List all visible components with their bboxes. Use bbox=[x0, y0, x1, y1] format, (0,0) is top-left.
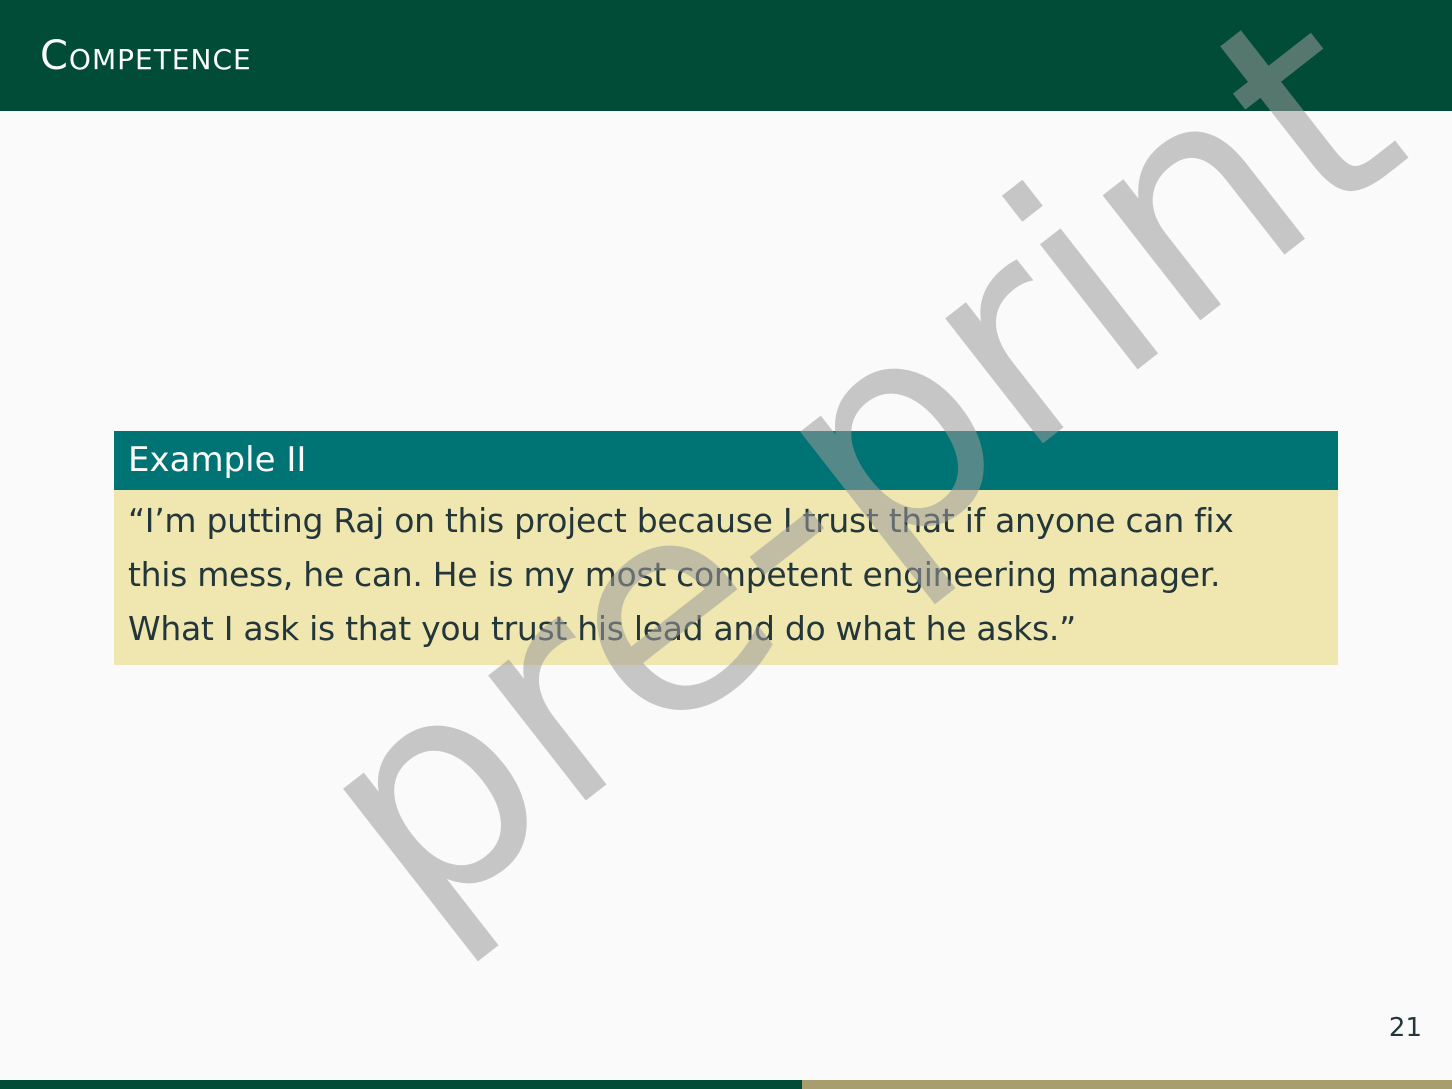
example-block: Example II “I’m putting Raj on this proj… bbox=[114, 431, 1338, 665]
progress-bar-fill bbox=[0, 1080, 802, 1089]
frame-title: Competence bbox=[40, 33, 252, 79]
example-block-title: Example II bbox=[114, 431, 1338, 490]
progress-bar bbox=[0, 1080, 1452, 1089]
quote-line: this mess, he can. He is my most compete… bbox=[128, 555, 1221, 594]
frame-header: Competence bbox=[0, 0, 1452, 111]
quote-line: “I’m putting Raj on this project because… bbox=[128, 501, 1234, 540]
quote-line: What I ask is that you trust his lead an… bbox=[128, 609, 1076, 648]
page-number: 21 bbox=[1388, 1013, 1422, 1043]
example-block-body: “I’m putting Raj on this project because… bbox=[114, 490, 1338, 665]
